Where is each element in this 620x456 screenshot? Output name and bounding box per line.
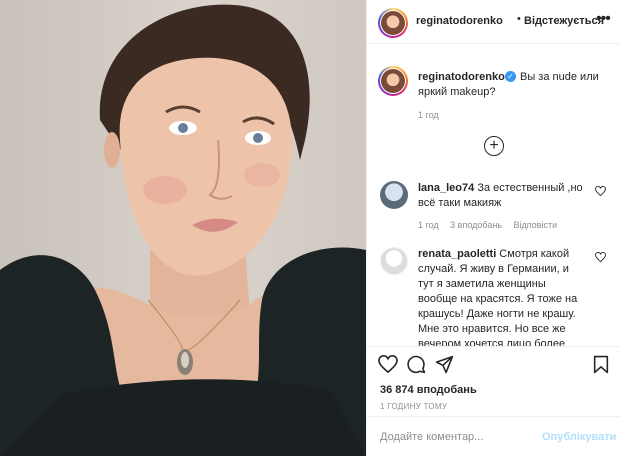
comment-icon[interactable] xyxy=(407,355,426,374)
comment-text-line7: вечером хочется лицо более xyxy=(418,338,566,346)
avatar[interactable] xyxy=(380,181,408,209)
likes-count[interactable]: 36 874 вподобань xyxy=(380,384,477,396)
load-more-comments-button[interactable]: + xyxy=(484,136,504,156)
comment-meta: 1 год 3 вподобань Відповісти xyxy=(418,220,566,230)
add-comment-bar: Опублікувати xyxy=(367,416,620,456)
caption-text-line2: яркий makeup? xyxy=(418,86,496,98)
caption-time[interactable]: 1 год xyxy=(418,110,439,120)
more-horizontal-icon[interactable]: ••• xyxy=(596,10,611,28)
comment-username[interactable]: lana_leo74 xyxy=(418,182,474,194)
heart-icon[interactable] xyxy=(378,355,398,373)
comment-text-line3: тут я заметила женщины xyxy=(418,278,546,290)
comment-text-line2: случай. Я живу в Германии, и xyxy=(418,263,569,275)
comment-text: Смотря какой xyxy=(496,248,570,260)
post-actions: 36 874 вподобань 1 ГОДИНУ ТОМУ xyxy=(367,346,620,416)
post-photo[interactable] xyxy=(0,0,366,456)
comment-text-line5: крашусь! Даже ногти не крашу. xyxy=(418,308,576,320)
comment-username[interactable]: renata_paoletti xyxy=(418,248,496,260)
reply-button[interactable]: Відповісти xyxy=(514,220,558,230)
post-header: reginatodorenko • Відстежується ••• xyxy=(367,0,620,44)
comments-list[interactable]: reginatodorenko ✓ Вы за nude или яркий m… xyxy=(367,44,620,346)
caption-avatar-ring[interactable] xyxy=(378,66,408,96)
avatar[interactable] xyxy=(380,247,408,275)
following-button[interactable]: Відстежується xyxy=(524,15,604,27)
photo-illustration xyxy=(0,4,366,456)
author-username[interactable]: reginatodorenko xyxy=(416,15,503,27)
comment-text-line2: всё таки макияж xyxy=(418,197,502,209)
comment-text-line4: вообще на красятся. Я тоже на xyxy=(418,293,578,305)
comment-text-line1: lana_leo74 За естественный ,но xyxy=(418,182,583,194)
heart-icon[interactable] xyxy=(595,186,606,196)
publish-button[interactable]: Опублікувати xyxy=(542,431,616,443)
comment-text-line6: Мне это нравится. Но все же xyxy=(418,323,566,335)
comment-text: За естественный ,но xyxy=(474,182,583,194)
caption-username[interactable]: reginatodorenko xyxy=(418,71,505,83)
header-separator: • xyxy=(517,13,521,25)
author-avatar-ring[interactable] xyxy=(378,8,408,38)
share-icon[interactable] xyxy=(435,355,454,374)
instagram-post: reginatodorenko • Відстежується ••• regi… xyxy=(0,0,620,456)
comment-time[interactable]: 1 год xyxy=(418,220,439,230)
avatar[interactable] xyxy=(381,11,405,35)
verified-badge-icon: ✓ xyxy=(505,71,516,82)
comment-text-line1: renata_paoletti Смотря какой xyxy=(418,248,569,260)
comment-input[interactable] xyxy=(380,429,530,445)
comment-likes[interactable]: 3 вподобань xyxy=(450,220,502,230)
bookmark-icon[interactable] xyxy=(593,355,609,374)
caption-text-line1: Вы за nude или xyxy=(520,71,599,83)
heart-icon[interactable] xyxy=(595,252,606,262)
post-side-panel: reginatodorenko • Відстежується ••• regi… xyxy=(366,0,620,456)
post-timestamp[interactable]: 1 ГОДИНУ ТОМУ xyxy=(380,402,447,411)
avatar[interactable] xyxy=(381,69,405,93)
